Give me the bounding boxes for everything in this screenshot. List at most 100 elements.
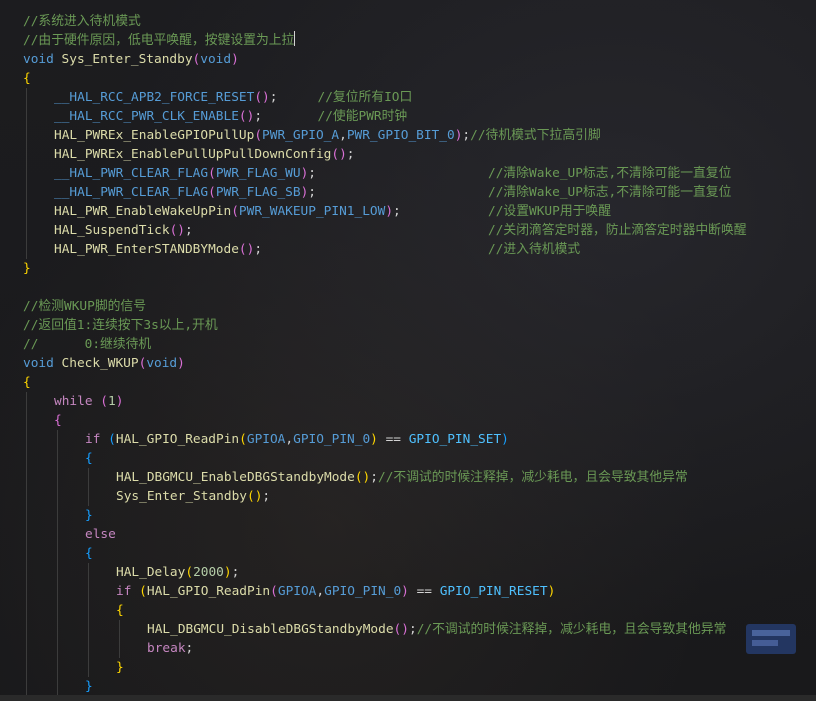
code-token: GPIO_PIN_0 <box>324 584 402 599</box>
code-line[interactable]: __HAL_PWR_CLEAR_FLAG(PWR_FLAG_WU); <box>54 164 316 183</box>
code-line[interactable]: HAL_PWR_EnableWakeUpPin(PWR_WAKEUP_PIN1_… <box>54 202 401 221</box>
code-token: { <box>85 546 93 561</box>
code-line[interactable]: __HAL_RCC_APB2_FORCE_RESET(); <box>54 88 277 107</box>
inline-comment: //清除Wake_UP标志,不清除可能一直复位 <box>488 166 732 181</box>
code-token: //不调试的时候注释掉，减少耗电，且会导致其他异常 <box>416 622 727 637</box>
code-token: 1 <box>107 394 116 409</box>
code-token: Sys_Enter_Standby <box>116 489 247 504</box>
code-token: if <box>85 432 101 447</box>
code-token: HAL_PWREx_EnableGPIOPullUp <box>54 128 255 143</box>
code-token: ; <box>254 242 263 257</box>
code-token: PWR_GPIO_BIT_0 <box>346 128 455 143</box>
indent-guide <box>119 620 120 658</box>
code-token: PWR_WAKEUP_PIN1_LOW <box>238 204 386 219</box>
code-line[interactable]: //检测WKUP脚的信号 <box>23 297 146 316</box>
text-cursor <box>294 31 296 46</box>
code-token: ( <box>208 166 216 181</box>
code-token: ; <box>346 147 355 162</box>
indent-guide <box>26 88 27 259</box>
code-line[interactable]: HAL_PWREx_EnablePullUpPullDownConfig(); <box>54 145 355 164</box>
code-line[interactable]: __HAL_PWR_CLEAR_FLAG(PWR_FLAG_SB); <box>54 183 316 202</box>
code-line[interactable]: { <box>23 373 31 392</box>
code-token: PWR_GPIO_A <box>262 128 340 143</box>
code-token: __HAL_RCC_APB2_FORCE_RESET <box>54 90 255 105</box>
code-token: //由于硬件原因，低电平唤醒，按键设置为上拉 <box>23 33 295 48</box>
code-line[interactable]: break; <box>147 639 193 658</box>
code-line[interactable]: Sys_Enter_Standby(); <box>116 487 270 506</box>
indent-guide <box>26 392 27 696</box>
code-line[interactable]: //返回值1:连续按下3s以上,开机 <box>23 316 218 335</box>
code-token: Check_WKUP <box>61 356 139 371</box>
code-token: GPIO_PIN_RESET <box>439 584 548 599</box>
code-line[interactable]: { <box>85 449 93 468</box>
code-line[interactable]: if (HAL_GPIO_ReadPin(GPIOA,GPIO_PIN_0) =… <box>85 430 509 449</box>
code-token: HAL_SuspendTick <box>54 223 170 238</box>
code-token: ) <box>177 356 185 371</box>
code-token: () <box>238 109 255 124</box>
code-token: while <box>54 394 93 409</box>
code-token: () <box>246 489 263 504</box>
watermark-logo-icon <box>746 624 796 654</box>
code-line[interactable]: void Check_WKUP(void) <box>23 354 185 373</box>
code-line[interactable]: { <box>54 411 62 430</box>
code-token: () <box>354 470 371 485</box>
horizontal-scrollbar[interactable] <box>0 695 816 701</box>
code-token: () <box>238 242 255 257</box>
code-token: () <box>393 622 409 637</box>
code-line[interactable]: //系统进入待机模式 <box>23 12 141 31</box>
code-token: HAL_DBGMCU_EnableDBGStandbyMode <box>116 470 355 485</box>
code-token: ) <box>115 394 124 409</box>
indent-guide <box>57 430 58 696</box>
code-token: HAL_PWR_EnterSTANDBYMode <box>54 242 239 257</box>
code-token: ; <box>231 565 240 580</box>
code-token: ; <box>393 204 401 219</box>
code-line[interactable]: // 0:继续待机 <box>23 335 151 354</box>
code-token: } <box>116 660 124 675</box>
code-token: ) <box>370 432 378 447</box>
inline-comment: //复位所有IO口 <box>317 90 413 105</box>
code-line[interactable]: } <box>85 506 93 525</box>
code-line[interactable]: } <box>116 658 124 677</box>
code-editor[interactable]: //系统进入待机模式 //由于硬件原因，低电平唤醒，按键设置为上拉 void Sys… <box>0 0 816 701</box>
code-line[interactable]: //由于硬件原因，低电平唤醒，按键设置为上拉 <box>23 31 296 50</box>
code-token: ; <box>185 223 193 238</box>
code-line[interactable]: HAL_Delay(2000); <box>116 563 239 582</box>
indent-guide <box>88 468 89 506</box>
code-token: { <box>54 413 62 428</box>
code-line[interactable]: if (HAL_GPIO_ReadPin(GPIOA,GPIO_PIN_0) =… <box>116 582 555 601</box>
code-token: GPIO_PIN_SET <box>408 432 502 447</box>
code-token: ; <box>262 489 271 504</box>
code-line[interactable]: else <box>85 525 116 544</box>
code-line[interactable]: __HAL_RCC_PWR_CLK_ENABLE(); <box>54 107 262 126</box>
code-token: GPIO_PIN_0 <box>293 432 371 447</box>
code-line[interactable]: HAL_PWREx_EnableGPIOPullUp(PWR_GPIO_A,PW… <box>54 126 601 145</box>
code-token: __HAL_PWR_CLEAR_FLAG <box>54 166 209 181</box>
code-token: Sys_Enter_Standby <box>61 52 193 67</box>
code-line[interactable]: { <box>23 69 31 88</box>
code-token: //待机模式下拉高引脚 <box>470 128 601 143</box>
code-line[interactable]: HAL_SuspendTick(); <box>54 221 193 240</box>
code-token: HAL_PWREx_EnablePullUpPullDownConfig <box>54 147 332 162</box>
code-line[interactable]: void Sys_Enter_Standby(void) <box>23 50 239 69</box>
code-token: } <box>85 679 93 694</box>
code-line[interactable]: HAL_PWR_EnterSTANDBYMode(); <box>54 240 262 259</box>
code-line[interactable]: HAL_DBGMCU_DisableDBGStandbyMode();//不调试… <box>147 620 726 639</box>
code-token: ) <box>547 584 556 599</box>
code-line[interactable]: } <box>85 677 93 696</box>
code-token: //系统进入待机模式 <box>23 14 141 29</box>
code-token: 2000 <box>193 565 224 580</box>
code-token: //检测WKUP脚的信号 <box>23 299 147 314</box>
code-token: ( <box>100 394 108 409</box>
code-line[interactable]: { <box>85 544 93 563</box>
code-token: void <box>23 52 54 67</box>
code-token: // 0:继续待机 <box>23 337 152 352</box>
code-token: __HAL_RCC_PWR_CLK_ENABLE <box>54 109 239 124</box>
code-line[interactable]: HAL_DBGMCU_EnableDBGStandbyMode();//不调试的… <box>116 468 688 487</box>
code-token: //不调试的时候注释掉，减少耗电，且会导致其他异常 <box>377 470 688 485</box>
code-line[interactable]: { <box>116 601 124 620</box>
code-line[interactable]: while (1) <box>54 392 123 411</box>
code-line[interactable]: } <box>23 259 31 278</box>
